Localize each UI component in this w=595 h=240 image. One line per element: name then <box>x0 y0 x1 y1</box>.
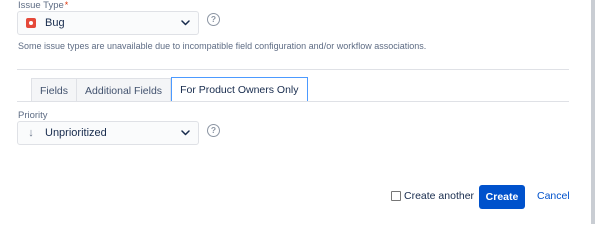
arrow-down-icon: ↓ <box>28 127 34 139</box>
section-divider <box>17 69 569 70</box>
create-issue-form: Issue Type* Bug ? Some issue types are u… <box>0 0 595 224</box>
dialog-edge <box>591 0 595 224</box>
issue-type-note: Some issue types are unavailable due to … <box>18 41 427 51</box>
issue-type-label-text: Issue Type <box>18 0 64 11</box>
priority-help-icon[interactable]: ? <box>207 124 220 137</box>
tab-for-product-owners-only[interactable]: For Product Owners Only <box>171 77 308 102</box>
tab-additional-fields[interactable]: Additional Fields <box>76 78 172 102</box>
issue-type-select[interactable]: Bug <box>17 11 199 35</box>
tab-bar-underline <box>17 101 569 102</box>
required-indicator: * <box>64 0 69 10</box>
chevron-down-icon <box>180 18 190 28</box>
issue-type-value: Bug <box>45 17 65 29</box>
create-button[interactable]: Create <box>479 185 525 209</box>
priority-value: Unprioritized <box>45 127 107 139</box>
priority-select[interactable]: ↓ Unprioritized <box>17 121 199 145</box>
cancel-link[interactable]: Cancel <box>537 190 570 202</box>
issue-type-help-icon[interactable]: ? <box>207 13 220 26</box>
bug-icon <box>26 18 36 28</box>
tab-fields[interactable]: Fields <box>31 78 78 102</box>
create-another-label: Create another <box>404 190 475 202</box>
chevron-down-icon <box>180 128 190 138</box>
create-another-checkbox[interactable] <box>391 191 401 201</box>
issue-type-label: Issue Type* <box>18 0 68 11</box>
create-another-option[interactable]: Create another <box>391 190 474 202</box>
tab-bar: Fields Additional Fields For Product Own… <box>31 77 308 102</box>
priority-label: Priority <box>18 110 48 121</box>
